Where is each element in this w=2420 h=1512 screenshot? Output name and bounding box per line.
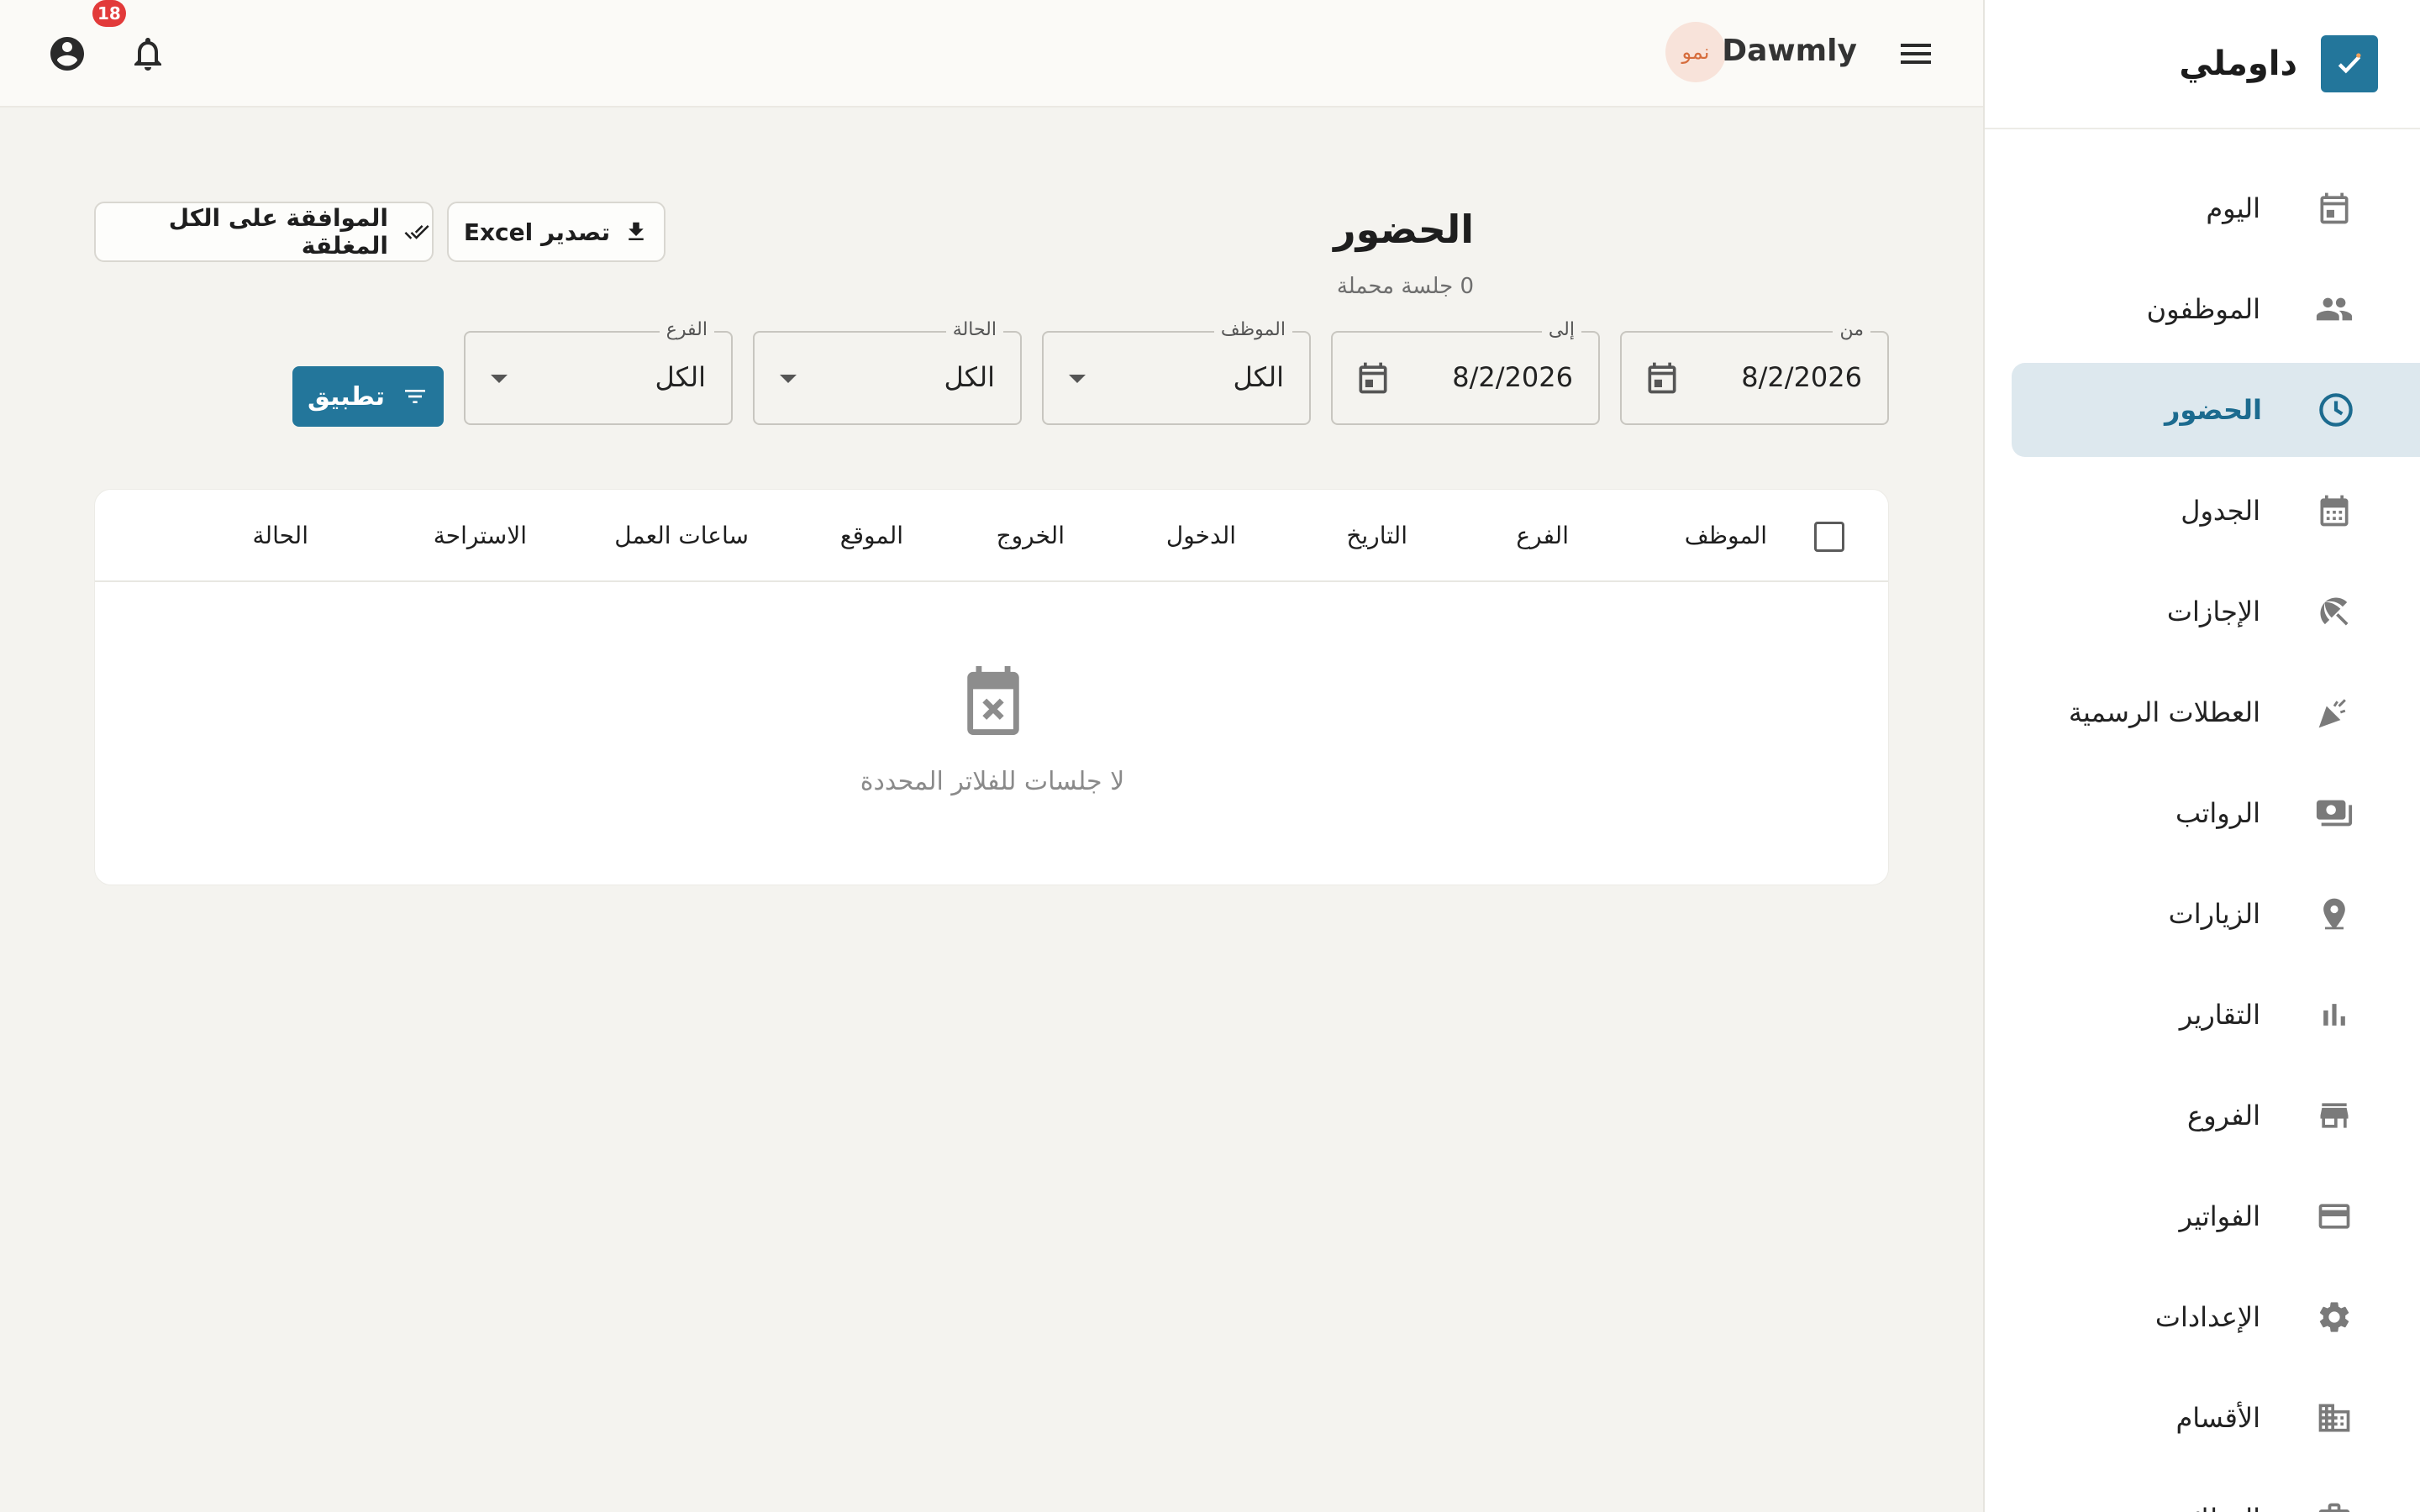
chevron-down-icon <box>1067 373 1087 385</box>
calendar-icon[interactable] <box>1644 360 1681 396</box>
status-label: الحالة <box>945 319 1003 340</box>
menu-icon[interactable] <box>1896 34 1936 74</box>
filter-icon <box>402 383 429 410</box>
money-icon <box>2314 793 2354 833</box>
sidebar-item-reports[interactable]: التقارير <box>1985 968 2393 1062</box>
clock-icon <box>2316 390 2356 430</box>
from-date-field[interactable]: من 8/2/2026 <box>1620 319 1889 425</box>
brand-logo-icon <box>2321 35 2378 92</box>
sidebar: داوملي اليوم الموظفون الحضور الجدول الإج… <box>1983 0 2420 1512</box>
brand-name: داوملي <box>2179 45 2297 83</box>
calendar-remove-icon <box>959 663 1028 738</box>
sidebar-item-schedule[interactable]: الجدول <box>1985 464 2393 558</box>
column-header-break[interactable]: الاستراحة <box>434 522 527 549</box>
sidebar-item-employees[interactable]: الموظفون <box>1985 262 2393 356</box>
sessions-count: 0 جلسة محملة <box>1336 274 1474 299</box>
column-header-employee[interactable]: الموظف <box>1685 522 1767 549</box>
gear-icon <box>2314 1297 2354 1337</box>
employee-select[interactable]: الموظف الكل <box>1042 319 1311 425</box>
column-header-check-in[interactable]: الدخول <box>1166 522 1236 549</box>
avatar[interactable]: نمو <box>1665 22 1726 82</box>
app-title: Dawmly <box>1722 34 1857 68</box>
branch-select[interactable]: الفرع الكل <box>464 319 733 425</box>
from-date-value: 8/2/2026 <box>1741 361 1862 393</box>
sidebar-item-label: الفواتير <box>2179 1200 2260 1232</box>
attendance-table: الموظف الفرع التاريخ الدخول الخروج الموق… <box>94 489 1889 885</box>
bar-chart-icon <box>2314 995 2354 1035</box>
calendar-today-icon <box>2314 188 2354 228</box>
sidebar-item-jobs[interactable]: الوظائف <box>1985 1472 2393 1512</box>
column-header-check-out[interactable]: الخروج <box>997 522 1065 549</box>
credit-card-icon <box>2314 1196 2354 1236</box>
sidebar-item-holidays[interactable]: العطلات الرسمية <box>1985 665 2393 759</box>
branch-value: الكل <box>655 361 706 393</box>
sidebar-item-label: الإجازات <box>2166 596 2260 627</box>
notification-count-badge: 18 <box>92 0 126 27</box>
sidebar-item-payroll[interactable]: الرواتب <box>1985 766 2393 860</box>
to-date-field[interactable]: إلى 8/2/2026 <box>1331 319 1600 425</box>
calendar-grid-icon <box>2314 491 2354 531</box>
chevron-down-icon <box>489 373 509 385</box>
download-icon <box>623 219 649 244</box>
table-header: الموظف الفرع التاريخ الدخول الخروج الموق… <box>95 490 1888 582</box>
employee-value: الكل <box>1233 361 1284 393</box>
sidebar-item-departments[interactable]: الأقسام <box>1985 1371 2393 1465</box>
apply-filters-button[interactable]: تطبيق <box>292 366 444 427</box>
account-circle-icon[interactable] <box>47 34 87 74</box>
store-icon <box>2314 1095 2354 1136</box>
chevron-down-icon <box>778 373 798 385</box>
sidebar-item-label: الموظفون <box>2146 293 2260 325</box>
column-header-date[interactable]: التاريخ <box>1346 522 1407 549</box>
sidebar-item-label: الفروع <box>2186 1100 2260 1131</box>
sidebar-item-label: الحضور <box>2164 394 2262 426</box>
location-pin-icon <box>2314 894 2354 934</box>
employee-label: الموظف <box>1213 319 1292 340</box>
brand: داوملي <box>1985 0 2420 129</box>
sidebar-item-visits[interactable]: الزيارات <box>1985 867 2393 961</box>
column-header-work-hours[interactable]: ساعات العمل <box>614 522 749 549</box>
select-all-checkbox[interactable] <box>1814 522 1844 552</box>
to-date-label: إلى <box>1541 319 1581 340</box>
people-icon <box>2314 289 2354 329</box>
column-header-branch[interactable]: الفرع <box>1516 522 1569 549</box>
sidebar-item-label: الأقسام <box>2175 1402 2260 1434</box>
page-title: الحضور <box>1334 207 1474 252</box>
column-header-status[interactable]: الحالة <box>253 522 308 549</box>
sidebar-item-label: اليوم <box>2206 192 2260 224</box>
sidebar-item-attendance[interactable]: الحضور <box>2012 363 2420 457</box>
double-check-icon <box>402 219 432 244</box>
sidebar-item-settings[interactable]: الإعدادات <box>1985 1270 2393 1364</box>
column-header-location[interactable]: الموقع <box>840 522 903 549</box>
umbrella-icon <box>2314 591 2354 632</box>
export-excel-label: تصدير Excel <box>463 218 611 246</box>
approve-all-label: الموافقة على الكل المغلقة <box>168 204 388 260</box>
sidebar-item-leaves[interactable]: الإجازات <box>1985 564 2393 659</box>
calendar-icon[interactable] <box>1355 360 1392 396</box>
from-date-label: من <box>1833 319 1870 340</box>
top-bar: 18 نمو Dawmly <box>0 0 1983 108</box>
status-select[interactable]: الحالة الكل <box>753 319 1022 425</box>
sidebar-item-branches[interactable]: الفروع <box>1985 1068 2393 1163</box>
sidebar-item-label: التقارير <box>2179 999 2260 1031</box>
approve-all-closed-button[interactable]: الموافقة على الكل المغلقة <box>94 202 434 262</box>
sidebar-nav: اليوم الموظفون الحضور الجدول الإجازات ال… <box>1985 129 2420 1512</box>
apply-label: تطبيق <box>307 381 386 412</box>
sidebar-item-today[interactable]: اليوم <box>1985 161 2393 255</box>
branch-label: الفرع <box>659 319 714 340</box>
export-excel-button[interactable]: تصدير Excel <box>447 202 666 262</box>
sidebar-item-label: الرواتب <box>2175 797 2260 829</box>
sidebar-item-label: العطلات الرسمية <box>2068 696 2260 728</box>
bell-icon[interactable] <box>128 34 168 74</box>
building-icon <box>2314 1398 2354 1438</box>
sidebar-item-label: الزيارات <box>2168 898 2260 930</box>
empty-state-text: لا جلسات للفلاتر المحددة <box>860 767 1125 796</box>
sidebar-item-invoices[interactable]: الفواتير <box>1985 1169 2393 1263</box>
sidebar-item-label: الإعدادات <box>2154 1301 2260 1333</box>
sidebar-item-label: الجدول <box>2181 495 2260 527</box>
status-value: الكل <box>944 361 995 393</box>
briefcase-icon <box>2314 1499 2354 1512</box>
to-date-value: 8/2/2026 <box>1452 361 1573 393</box>
sidebar-item-label: الوظائف <box>2166 1503 2260 1512</box>
party-popper-icon <box>2314 692 2354 732</box>
